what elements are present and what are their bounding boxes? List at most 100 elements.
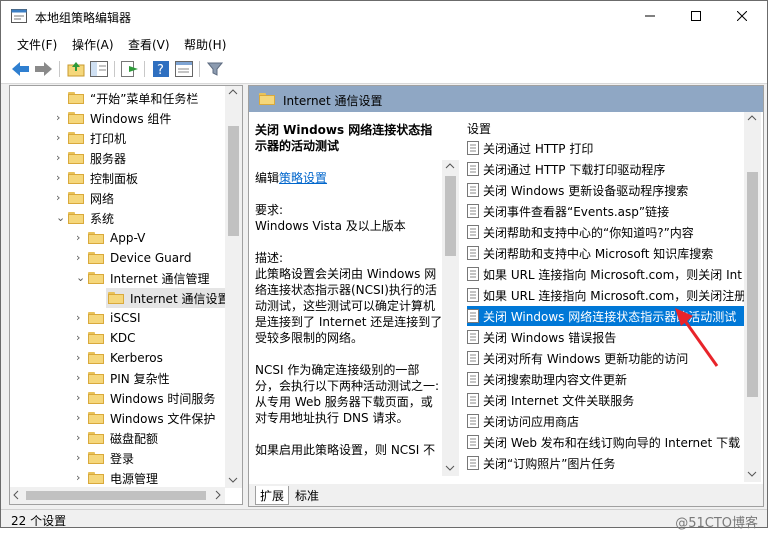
- tree-expander[interactable]: ›: [76, 431, 80, 444]
- settings-column-header[interactable]: 设置: [467, 120, 491, 137]
- tree-item[interactable]: 打印机: [68, 128, 126, 148]
- forward-button[interactable]: [34, 59, 54, 79]
- back-arrow-icon: [12, 62, 29, 76]
- policy-setting-row[interactable]: 关闭帮助和支持中心的“你知道吗?”内容: [467, 222, 747, 242]
- tree-expander[interactable]: ›: [76, 251, 80, 264]
- tree-item[interactable]: 登录: [88, 448, 134, 468]
- toolbar-separator: [59, 61, 60, 77]
- policy-setting-row[interactable]: 关闭 Web 发布和在线订购向导的 Internet 下载: [467, 432, 747, 452]
- policy-setting-row[interactable]: 关闭事件查看器“Events.asp”链接: [467, 201, 747, 221]
- tree-item-label: KDC: [110, 331, 136, 345]
- tree-item[interactable]: Windows 文件保护: [88, 408, 215, 428]
- tree-expander[interactable]: ›: [76, 371, 80, 384]
- policy-setting-row[interactable]: 关闭 Windows 更新设备驱动程序搜索: [467, 180, 747, 200]
- menu-help[interactable]: 帮助(H): [184, 36, 226, 53]
- tree-expander[interactable]: ›: [56, 131, 60, 144]
- filter-button[interactable]: [205, 59, 225, 79]
- edit-line: 编辑策略设置: [255, 170, 443, 186]
- tree-item[interactable]: Internet 通信管理: [88, 268, 209, 288]
- menu-action[interactable]: 操作(A): [72, 36, 114, 53]
- menu-file[interactable]: 文件(F): [17, 36, 57, 53]
- tree-item[interactable]: 电源管理: [88, 468, 158, 488]
- policy-setting-label: 关闭访问应用商店: [483, 414, 580, 429]
- tree-item[interactable]: Device Guard: [88, 248, 191, 268]
- help-button[interactable]: ?: [151, 59, 171, 79]
- policy-setting-label: 关闭 Windows 错误报告: [483, 330, 617, 345]
- tree-item[interactable]: PIN 复杂性: [88, 368, 170, 388]
- tree-item[interactable]: iSCSI: [88, 308, 141, 328]
- description-text-3: 如果启用此策略设置，则 NCSI 不: [255, 443, 436, 457]
- policy-setting-label: 关闭帮助和支持中心 Microsoft 知识库搜索: [483, 246, 714, 261]
- tree-item-label: 磁盘配额: [110, 431, 159, 446]
- tree-expander[interactable]: ›: [76, 331, 80, 344]
- tree-expander[interactable]: ›: [56, 191, 60, 204]
- edit-prefix: 编辑: [255, 171, 280, 185]
- tree-expander[interactable]: ›: [76, 411, 80, 424]
- tab-standard[interactable]: 标准: [291, 486, 323, 504]
- tree-item-label: Windows 文件保护: [110, 411, 216, 426]
- tree-item[interactable]: Internet 通信设置: [106, 288, 234, 308]
- policy-setting-row[interactable]: 关闭访问应用商店: [467, 411, 747, 431]
- tree-expander[interactable]: ›: [56, 151, 60, 164]
- folder-icon: [88, 432, 104, 444]
- tree-item-label: Internet 通信设置: [130, 291, 230, 306]
- policy-setting-row[interactable]: 关闭通过 HTTP 打印: [467, 138, 747, 158]
- folder-icon: [88, 452, 104, 464]
- export-list-button[interactable]: [120, 59, 140, 79]
- description-scrollbar[interactable]: [442, 160, 459, 476]
- tree-item[interactable]: 服务器: [68, 148, 126, 168]
- policy-setting-icon: [467, 267, 479, 281]
- back-button[interactable]: [11, 59, 31, 79]
- tree-vertical-scrollbar[interactable]: [225, 86, 242, 488]
- policy-setting-label: 关闭对所有 Windows 更新功能的访问: [483, 351, 689, 366]
- policy-setting-row[interactable]: 关闭 Internet 文件关联服务: [467, 390, 747, 410]
- tree-item[interactable]: App-V: [88, 228, 145, 248]
- tree-item[interactable]: “开始”菜单和任务栏: [68, 88, 198, 108]
- show-hide-tree-button[interactable]: [89, 59, 109, 79]
- tree-horizontal-scrollbar[interactable]: [10, 487, 225, 504]
- menu-bar: 文件(F) 操作(A) 查看(V) 帮助(H): [1, 31, 767, 55]
- tree-expander[interactable]: ›: [76, 451, 80, 464]
- policy-setting-row[interactable]: 如果 URL 连接指向 Microsoft.com，则关闭注册: [467, 285, 747, 305]
- settings-scrollbar[interactable]: [744, 112, 761, 482]
- policy-setting-row[interactable]: 关闭帮助和支持中心 Microsoft 知识库搜索: [467, 243, 747, 263]
- tree-expander[interactable]: ›: [76, 471, 80, 484]
- tree-expander[interactable]: ›: [76, 391, 80, 404]
- policy-setting-label: 关闭 Windows 更新设备驱动程序搜索: [483, 183, 689, 198]
- tab-extended[interactable]: 扩展: [255, 486, 290, 505]
- policy-setting-row[interactable]: 如果 URL 连接指向 Microsoft.com，则关闭 Int: [467, 264, 747, 284]
- tree-expander[interactable]: ›: [56, 111, 60, 124]
- maximize-button[interactable]: [673, 1, 719, 31]
- tree-item[interactable]: Windows 组件: [68, 108, 171, 128]
- tree-expander[interactable]: ›: [76, 351, 80, 364]
- close-button[interactable]: [719, 1, 765, 31]
- minimize-button[interactable]: [627, 1, 673, 31]
- tree-item[interactable]: Kerberos: [88, 348, 163, 368]
- tree-expander[interactable]: ›: [56, 171, 60, 184]
- up-folder-button[interactable]: [66, 59, 86, 79]
- policy-setting-icon: [467, 351, 479, 365]
- tree-item[interactable]: 磁盘配额: [88, 428, 158, 448]
- tree-item[interactable]: 网络: [68, 188, 114, 208]
- folder-icon: [88, 312, 104, 324]
- tree-item-label: 服务器: [90, 151, 127, 166]
- tree-item[interactable]: Windows 时间服务: [88, 388, 215, 408]
- policy-setting-row[interactable]: 关闭“订购照片”图片任务: [467, 453, 747, 473]
- tree-item[interactable]: 系统: [68, 208, 114, 228]
- tree-expander[interactable]: ›: [76, 311, 80, 324]
- panel-header-title: Internet 通信设置: [283, 94, 383, 108]
- scrollbar-track: [228, 89, 239, 483]
- menu-view[interactable]: 查看(V): [128, 36, 170, 53]
- tree-expander[interactable]: ›: [76, 231, 80, 244]
- folder-icon: [88, 392, 104, 404]
- tree-expander[interactable]: ⌄: [76, 271, 85, 284]
- details-pane: Internet 通信设置 关闭 Windows 网络连接状态指示器的活动测试 …: [248, 85, 764, 507]
- tree-item-label: Internet 通信管理: [110, 271, 210, 286]
- policy-settings-link[interactable]: 策略设置: [279, 171, 327, 185]
- policy-setting-row[interactable]: 关闭通过 HTTP 下载打印驱动程序: [467, 159, 747, 179]
- properties-button[interactable]: [174, 59, 194, 79]
- tree-item[interactable]: KDC: [88, 328, 136, 348]
- policy-setting-icon: [467, 456, 479, 470]
- tree-item[interactable]: 控制面板: [68, 168, 138, 188]
- tree-expander[interactable]: ⌄: [56, 211, 65, 224]
